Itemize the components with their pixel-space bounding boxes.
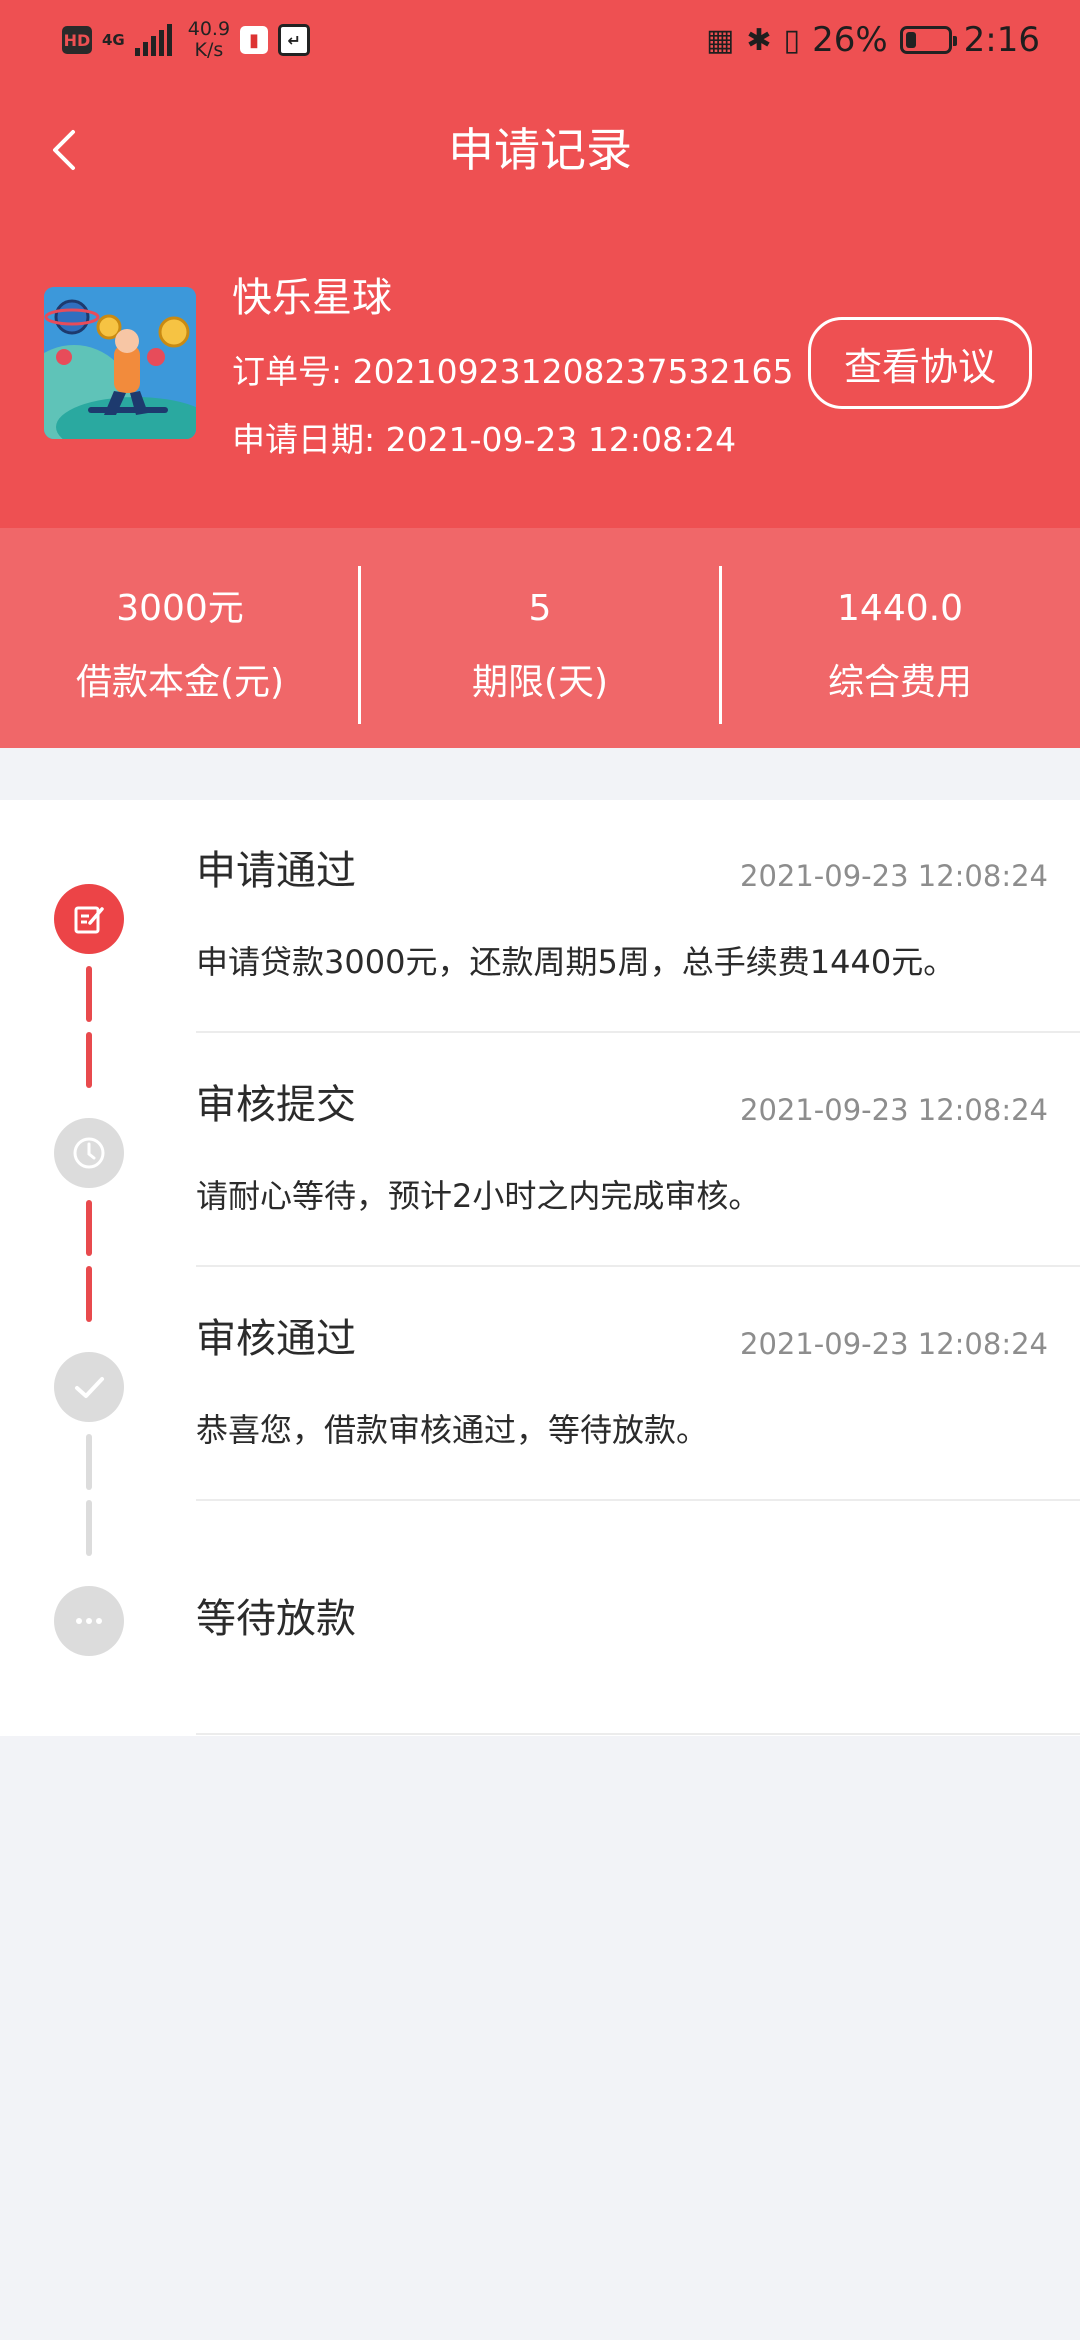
checkmark-icon xyxy=(54,1352,124,1422)
step-time: 2021-09-23 12:08:24 xyxy=(740,1327,1048,1361)
vibrate-icon: ▯ xyxy=(783,22,801,58)
timeline-step: 等待放款 xyxy=(0,1502,1080,1735)
step-divider xyxy=(196,1031,1080,1033)
nfc-icon: ▦ xyxy=(706,22,735,58)
view-agreement-button[interactable]: 查看协议 xyxy=(808,317,1032,409)
timeline-step: 审核通过 2021-09-23 12:08:24 恭喜您，借款审核通过，等待放款… xyxy=(0,1268,1080,1501)
timeline: 申请通过 2021-09-23 12:08:24 申请贷款3000元，还款周期5… xyxy=(0,800,1080,1736)
stat-divider xyxy=(358,566,361,724)
stat-fee: 1440.0 综合费用 xyxy=(720,528,1080,748)
app-name: 快乐星球 xyxy=(232,275,392,321)
step-description: 请耐心等待，预计2小时之内完成审核。 xyxy=(196,1177,761,1215)
stat-term: 5 期限(天) xyxy=(360,528,720,748)
hd-badge: HD xyxy=(62,26,92,54)
timeline-step: 申请通过 2021-09-23 12:08:24 申请贷款3000元，还款周期5… xyxy=(0,800,1080,1033)
order-number: 订单号: 20210923120823753216​5 xyxy=(232,352,794,391)
net-speed-value: 40.9 xyxy=(187,18,231,40)
step-description: 恭喜您，借款审核通过，等待放款。 xyxy=(196,1411,709,1449)
step-divider xyxy=(196,1265,1080,1267)
battery-percent: 26% xyxy=(812,20,888,60)
stat-value: 5 xyxy=(528,588,552,629)
step-title: 审核提交 xyxy=(196,1082,356,1128)
timeline-step: 审核提交 2021-09-23 12:08:24 请耐心等待，预计2小时之内完成… xyxy=(0,1034,1080,1267)
more-dots-icon xyxy=(54,1586,124,1656)
app-logo xyxy=(44,287,196,439)
stat-label: 综合费用 xyxy=(827,662,972,703)
stat-value: 3000元 xyxy=(116,588,244,629)
step-title: 等待放款 xyxy=(196,1596,356,1642)
loan-stats: 3000元 借款本金(元) 5 期限(天) 1440.0 综合费用 xyxy=(0,528,1080,748)
chevron-left-icon xyxy=(53,130,75,170)
step-description: 申请贷款3000元，还款周期5周，总手续费1440元。 xyxy=(196,943,956,981)
step-time: 2021-09-23 12:08:24 xyxy=(740,859,1048,893)
signal-icon xyxy=(134,24,172,56)
clock-icon xyxy=(54,1118,124,1188)
stat-label: 借款本金(元) xyxy=(75,662,285,703)
clock-time: 2:16 xyxy=(963,20,1040,60)
battery-icon xyxy=(899,26,957,54)
network-type: 4G xyxy=(102,31,125,49)
step-time: 2021-09-23 12:08:24 xyxy=(740,1093,1048,1127)
net-speed-unit: K/s xyxy=(194,39,224,61)
back-button[interactable] xyxy=(38,118,88,182)
stat-label: 期限(天) xyxy=(471,662,609,703)
bluetooth-icon: ✱ xyxy=(746,22,772,58)
book-app-icon: ▮ xyxy=(240,26,269,54)
step-divider xyxy=(196,1499,1080,1501)
step-divider xyxy=(196,1733,1080,1735)
step-title: 审核通过 xyxy=(196,1316,356,1362)
status-bar: HD 4G 40.9 K/s ▮ ↵ ▦ ✱ ▯ 26% 2:16 xyxy=(0,0,1080,80)
apply-date: 申请日期: 2021-09-23 12:08:24 xyxy=(232,420,737,459)
step-title: 申请通过 xyxy=(196,848,356,894)
app-b-icon: ↵ xyxy=(278,24,311,56)
stat-divider xyxy=(719,566,722,724)
net-speed: 40.9 K/s xyxy=(188,19,230,61)
stat-principal: 3000元 借款本金(元) xyxy=(0,528,360,748)
edit-note-icon xyxy=(54,884,124,954)
stat-value: 1440.0 xyxy=(837,588,963,629)
battery-fill xyxy=(905,32,916,48)
